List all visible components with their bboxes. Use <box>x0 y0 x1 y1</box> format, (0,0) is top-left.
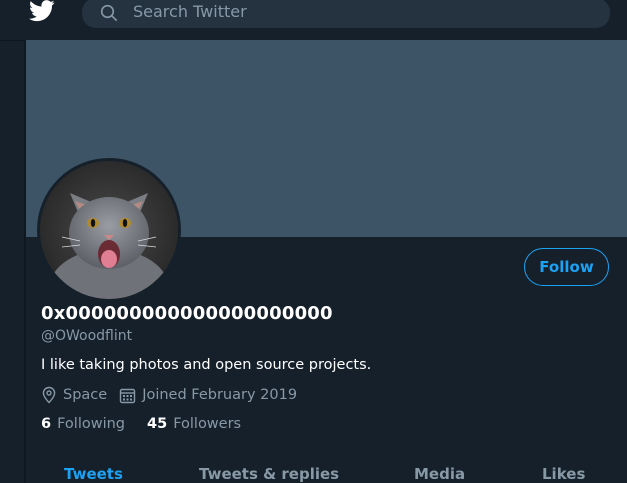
search-icon <box>100 4 118 22</box>
followers-label: Followers <box>173 416 242 432</box>
follow-button[interactable]: Follow <box>524 248 609 286</box>
following-link[interactable]: 6 Following <box>41 416 125 432</box>
profile-joined-date: Joined February 2019 <box>142 387 298 403</box>
tab-tweets-and-replies[interactable]: Tweets & replies <box>199 465 339 483</box>
search-placeholder: Search Twitter <box>133 2 247 21</box>
user-handle: @OWoodflint <box>41 328 133 344</box>
tab-tweets[interactable]: Tweets <box>64 465 123 483</box>
cat-avatar <box>40 161 178 299</box>
profile-bio: I like taking photos and open source pro… <box>41 357 372 373</box>
profile-avatar[interactable] <box>37 158 181 302</box>
top-bar: Search Twitter <box>0 0 627 41</box>
twitter-bird-icon[interactable] <box>29 0 55 22</box>
followers-count: 45 <box>147 416 168 432</box>
followers-link[interactable]: 45 Followers <box>147 416 241 432</box>
location-icon <box>42 386 56 404</box>
display-name: 0x000000000000000000000 <box>41 303 333 324</box>
following-count: 6 <box>41 416 52 432</box>
profile-stats: 6 Following 45 Followers <box>41 416 263 432</box>
profile-location: Space <box>63 387 108 403</box>
tab-media[interactable]: Media <box>414 465 465 483</box>
following-label: Following <box>57 416 125 432</box>
calendar-icon <box>119 388 136 403</box>
tab-likes[interactable]: Likes <box>542 465 585 483</box>
profile-meta: Space Joined February 2019 <box>41 386 297 404</box>
search-input[interactable]: Search Twitter <box>82 0 610 28</box>
